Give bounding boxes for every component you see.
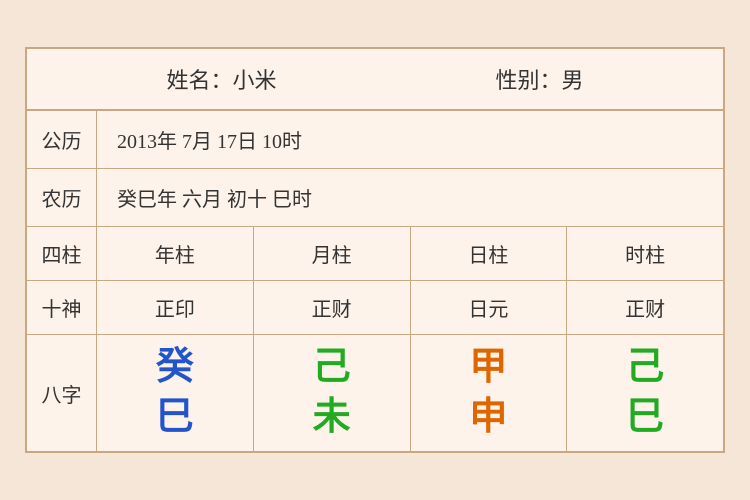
month-pillar: 月柱 <box>254 227 411 280</box>
shishen-label: 十神 <box>27 281 97 334</box>
header-row: 姓名：小米 性别：男 <box>27 49 723 111</box>
bazi-row: 八字 癸 巳 己 未 甲 申 己 巳 <box>27 335 723 450</box>
shishen-month: 正财 <box>254 281 411 334</box>
shishen-day: 日元 <box>411 281 568 334</box>
gender-label: 性别：男 <box>495 63 583 95</box>
bazi-year-top: 癸 <box>156 345 194 391</box>
bazi-day-top: 甲 <box>469 345 507 391</box>
shishen-year: 正印 <box>97 281 254 334</box>
bazi-hour-bottom: 巳 <box>626 395 664 441</box>
solar-value: 2013年 7月 17日 10时 <box>97 111 723 168</box>
lunar-row: 农历 癸巳年 六月 初十 巳时 <box>27 169 723 227</box>
solar-row: 公历 2013年 7月 17日 10时 <box>27 111 723 169</box>
bazi-month-cell: 己 未 <box>254 335 411 450</box>
bazi-label: 八字 <box>27 335 97 450</box>
year-pillar: 年柱 <box>97 227 254 280</box>
bazi-month-bottom: 未 <box>313 395 351 441</box>
bazi-day-cell: 甲 申 <box>411 335 568 450</box>
pillars-row: 四柱 年柱 月柱 日柱 时柱 <box>27 227 723 281</box>
lunar-value: 癸巳年 六月 初十 巳时 <box>97 169 723 226</box>
bazi-hour-cell: 己 巳 <box>567 335 723 450</box>
bazi-year-cell: 癸 巳 <box>97 335 254 450</box>
bazi-hour-top: 己 <box>626 345 664 391</box>
pillars-label: 四柱 <box>27 227 97 280</box>
main-container: 姓名：小米 性别：男 公历 2013年 7月 17日 10时 农历 癸巳年 六月… <box>25 47 725 452</box>
day-pillar: 日柱 <box>411 227 568 280</box>
shishen-hour: 正财 <box>567 281 723 334</box>
hour-pillar: 时柱 <box>567 227 723 280</box>
solar-label: 公历 <box>27 111 97 168</box>
bazi-day-bottom: 申 <box>469 395 507 441</box>
shishen-row: 十神 正印 正财 日元 正财 <box>27 281 723 335</box>
lunar-label: 农历 <box>27 169 97 226</box>
bazi-month-top: 己 <box>313 345 351 391</box>
name-label: 姓名：小米 <box>166 63 276 95</box>
bazi-year-bottom: 巳 <box>156 395 194 441</box>
